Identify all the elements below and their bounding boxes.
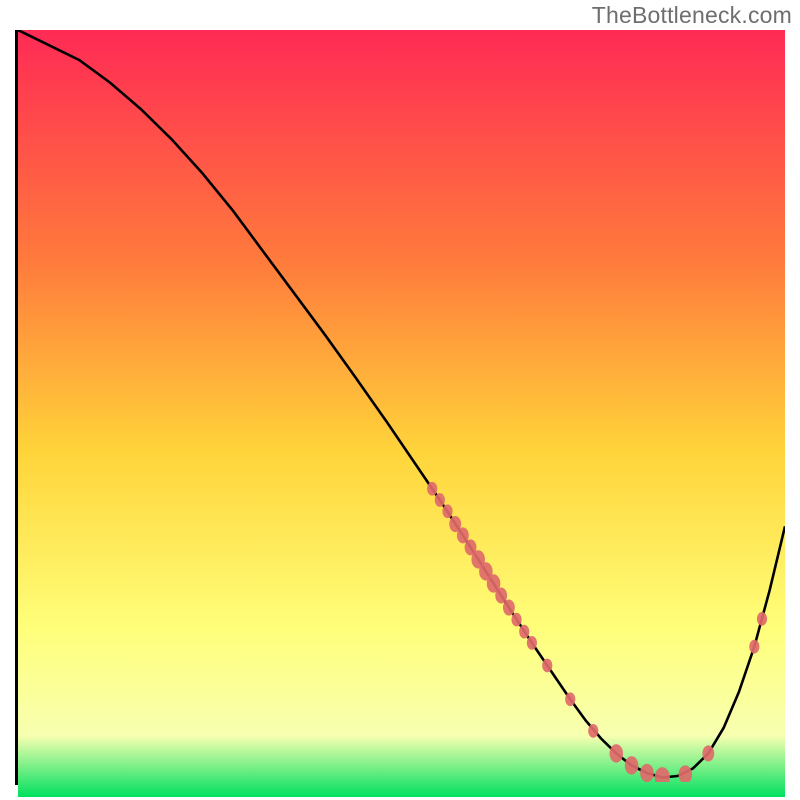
scatter-point — [655, 767, 670, 782]
scatter-point — [640, 764, 654, 782]
scatter-point — [542, 659, 552, 673]
scatter-point — [702, 745, 714, 761]
scatter-point — [609, 744, 623, 762]
scatter-point — [757, 612, 767, 626]
scatter-point — [519, 625, 529, 639]
scatter-point — [527, 636, 537, 650]
scatter-point — [511, 613, 521, 627]
scatter-point — [427, 482, 437, 496]
scatter-point — [749, 640, 759, 654]
watermark-text: TheBottleneck.com — [592, 2, 792, 29]
scatter-points-group — [427, 482, 767, 782]
chart-container: TheBottleneck.com — [0, 0, 800, 800]
scatter-point — [625, 756, 639, 774]
scatter-point — [442, 504, 452, 518]
scatter-point — [679, 765, 693, 782]
scatter-point — [565, 692, 575, 706]
scatter-point — [435, 493, 445, 507]
scatter-point — [588, 724, 598, 738]
scatter-point — [503, 600, 515, 616]
plot-frame — [15, 30, 785, 785]
scatter-points-layer — [18, 30, 785, 782]
